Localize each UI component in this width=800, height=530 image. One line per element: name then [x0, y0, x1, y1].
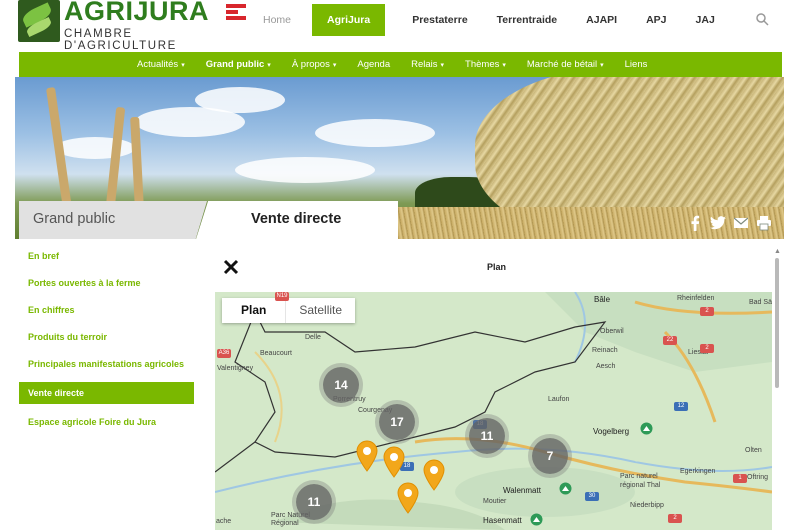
map-cluster[interactable]: 14 — [323, 367, 359, 403]
map-type-plan[interactable]: Plan — [222, 298, 287, 323]
map-label: Laufon — [548, 396, 570, 403]
map-label: Delle — [305, 334, 321, 341]
top-nav-terrentraide[interactable]: Terrentraide — [489, 4, 566, 36]
print-icon[interactable] — [757, 215, 771, 231]
nav-liens[interactable]: Liens — [625, 59, 648, 70]
map-cluster[interactable]: 11 — [296, 484, 332, 520]
map-label: Aesch — [596, 363, 616, 370]
mountain-peak-icon — [559, 482, 572, 495]
top-nav-prestaterre[interactable]: Prestaterre — [404, 4, 475, 36]
nav-grand-public[interactable]: Grand public ▾ — [206, 59, 271, 70]
route-badge: 2 — [700, 344, 714, 353]
nav-relais[interactable]: Relais ▾ — [411, 59, 444, 70]
site-header: AGRIJURA CHAMBRE D'AGRICULTURE Home Agri… — [0, 0, 800, 52]
twitter-icon[interactable] — [710, 215, 726, 231]
map-cluster[interactable]: 17 — [379, 404, 415, 440]
map-label: Bâle — [594, 295, 611, 304]
nav-actualites[interactable]: Actualités ▾ — [137, 59, 185, 70]
mountain-peak-icon — [530, 513, 543, 526]
route-badge: 22 — [663, 336, 677, 345]
map-pin-icon[interactable] — [396, 482, 420, 514]
nav-marche-betail[interactable]: Marché de bétail ▾ — [527, 59, 604, 70]
chevron-down-icon: ▾ — [332, 62, 337, 69]
map-label: Beaucourt — [260, 350, 292, 357]
nav-agenda[interactable]: Agenda — [357, 59, 390, 70]
facebook-icon[interactable] — [690, 215, 700, 231]
map-type-control: Plan Satellite — [222, 298, 356, 323]
page-scrollbar[interactable]: ▲ — [773, 248, 781, 530]
scroll-up-icon[interactable]: ▲ — [774, 248, 781, 255]
route-badge: A36 — [217, 349, 231, 358]
top-nav-jaj[interactable]: JAJ — [688, 4, 723, 36]
map-label: Vogelberg — [593, 427, 630, 436]
map-label: Bad Sä — [749, 299, 772, 306]
search-icon[interactable] — [755, 12, 769, 26]
map-cluster[interactable]: 11 — [469, 418, 505, 454]
map-label: Parc naturel régional Thal — [620, 473, 661, 489]
agrijura-logo[interactable]: AGRIJURA CHAMBRE D'AGRICULTURE — [18, 0, 246, 52]
route-badge: 12 — [674, 402, 688, 411]
map-label: Moutier — [483, 498, 507, 505]
map-label: Niederbipp — [630, 502, 664, 509]
chevron-down-icon: ▾ — [267, 62, 271, 69]
sidebar-item-manifestations[interactable]: Principales manifestations agricoles — [19, 355, 194, 373]
top-nav-agrijura[interactable]: AgriJura — [312, 4, 386, 36]
sidebar-item-en-chiffres[interactable]: En chiffres — [19, 301, 194, 319]
jura-flag-icon — [226, 4, 246, 24]
chevron-down-icon: ▾ — [440, 62, 445, 69]
chevron-down-icon: ▾ — [502, 62, 506, 69]
close-icon[interactable] — [223, 259, 239, 275]
route-badge: 2 — [700, 307, 714, 316]
logo-subtitle: CHAMBRE D'AGRICULTURE — [64, 28, 177, 52]
mountain-peak-icon — [640, 422, 653, 435]
map-label: ache — [216, 518, 232, 525]
sidebar-item-en-bref[interactable]: En bref — [19, 247, 194, 265]
map-label: Rheinfelden — [677, 295, 715, 302]
sidebar-item-portes-ouvertes[interactable]: Portes ouvertes à la ferme — [19, 274, 194, 292]
nav-a-propos[interactable]: À propos ▾ — [292, 59, 337, 70]
map-label: Reinach — [592, 347, 618, 354]
map-label: Valentigney — [217, 365, 254, 372]
chevron-down-icon: ▾ — [181, 62, 185, 69]
map-label: Egerkingen — [680, 468, 716, 475]
route-badge: N19 — [275, 292, 289, 301]
map-label: Oberwil — [600, 328, 624, 335]
scrollbar-thumb[interactable] — [775, 258, 779, 388]
top-nav-home[interactable]: Home — [255, 4, 299, 36]
logo-name: AGRIJURA — [64, 0, 210, 26]
nav-themes[interactable]: Thèmes ▾ — [465, 59, 506, 70]
sidebar-item-produits-terroir[interactable]: Produits du terroir — [19, 328, 194, 346]
top-nav: Home AgriJura Prestaterre Terrentraide A… — [255, 4, 736, 36]
main-nav: Actualités ▾ Grand public ▾ À propos ▾ Agen… — [19, 52, 782, 77]
map-pin-icon[interactable] — [422, 459, 446, 491]
map-cluster[interactable]: 7 — [532, 438, 568, 474]
mail-icon[interactable] — [734, 215, 748, 231]
breadcrumb-section[interactable]: Grand public — [19, 201, 207, 239]
map-pin-icon[interactable] — [382, 446, 406, 478]
route-badge: 2 — [668, 514, 682, 523]
top-nav-apj[interactable]: APJ — [638, 4, 674, 36]
logo-leaf-icon — [18, 0, 60, 42]
sidebar-item-foire-du-jura[interactable]: Espace agricole Foire du Jura — [19, 413, 194, 431]
page-title: Vente directe — [196, 201, 398, 239]
map-pin-icon[interactable] — [355, 440, 379, 472]
route-badge: 1 — [733, 474, 747, 483]
sidebar-item-vente-directe[interactable]: Vente directe — [19, 382, 194, 404]
sidebar-nav: En bref Portes ouvertes à la ferme En ch… — [19, 247, 194, 440]
map-label: Olten — [745, 447, 762, 454]
map-type-satellite[interactable]: Satellite — [286, 298, 355, 323]
top-nav-ajapi[interactable]: AJAPI — [578, 4, 625, 36]
map-title: Plan — [487, 262, 507, 272]
map-label: Oftring — [747, 474, 769, 481]
map-label: Hasenmatt — [483, 516, 522, 525]
chevron-down-icon: ▾ — [600, 62, 604, 69]
map-label: Walenmatt — [503, 486, 541, 495]
route-badge: 30 — [585, 492, 599, 501]
map-view[interactable]: Plan Satellite Bâle Rheinfelden Bad Sä O… — [215, 292, 772, 530]
